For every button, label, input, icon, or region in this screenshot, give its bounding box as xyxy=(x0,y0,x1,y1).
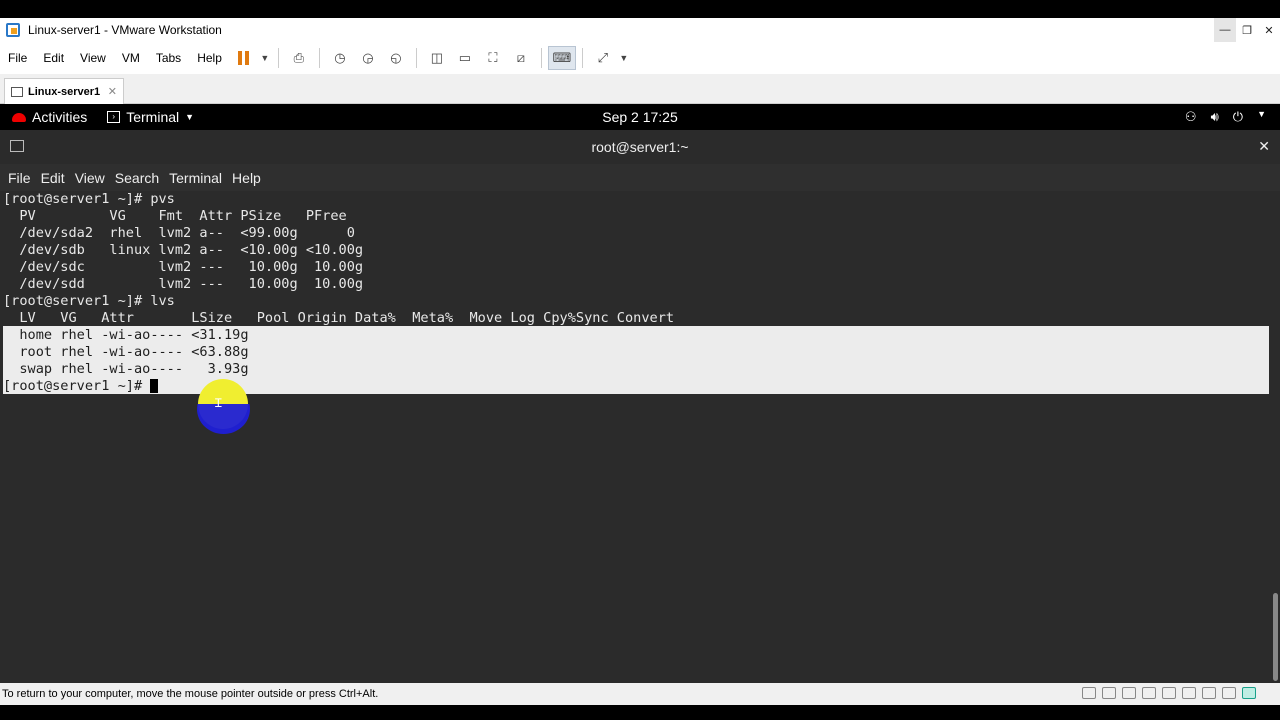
toolbar-separator xyxy=(540,48,542,68)
app-menu-label: Terminal xyxy=(126,109,180,125)
menu-vm[interactable]: VM xyxy=(114,51,148,65)
activities-label: Activities xyxy=(32,109,88,125)
terminal-line: PV VG Fmt Attr PSize PFree xyxy=(3,208,347,224)
terminal-line: /dev/sdc lvm2 --- 10.00g 10.00g xyxy=(3,259,364,275)
hard-disk-icon[interactable] xyxy=(1082,687,1096,699)
show-thumbnail-icon[interactable]: ▭ xyxy=(451,46,479,70)
snapshot-icon[interactable]: ◷ xyxy=(326,46,354,70)
stretch-guest-icon[interactable]: ⤢ xyxy=(589,46,617,70)
terminal-app-icon: › xyxy=(107,111,121,123)
window-controls: — ❐ ✕ xyxy=(1214,18,1280,42)
terminal-menu-terminal[interactable]: Terminal xyxy=(161,170,222,186)
status-message: To return to your computer, move the mou… xyxy=(2,688,379,700)
terminal-title: root@server1:~ xyxy=(591,139,689,155)
ibeam-cursor-icon: Ɪ xyxy=(215,396,222,410)
unity-icon[interactable]: ⧄ xyxy=(507,46,535,70)
terminal-menu-view[interactable]: View xyxy=(67,170,105,186)
show-library-icon[interactable]: ◫ xyxy=(423,46,451,70)
text-cursor xyxy=(150,379,159,393)
vmware-logo-icon xyxy=(6,23,20,37)
cd-rom-icon[interactable] xyxy=(1162,687,1176,699)
send-ctrl-alt-del-icon[interactable]: ⎙ xyxy=(285,46,313,70)
power-icon: ⏻ xyxy=(1232,109,1244,124)
selected-terminal-line: root rhel -wi-ao---- <63.88g xyxy=(3,344,249,360)
terminal-menu-edit[interactable]: Edit xyxy=(33,170,65,186)
vmware-title-bar: Linux-server1 - VMware Workstation — ❐ ✕ xyxy=(0,18,1280,42)
terminal-output[interactable]: [root@server1 ~]# pvs PV VG Fmt Attr PSi… xyxy=(0,191,1280,683)
terminal-line: [root@server1 ~]# pvs xyxy=(3,191,175,207)
terminal-menubar: File Edit View Search Terminal Help xyxy=(0,164,1280,191)
gnome-top-bar: Activities › Terminal ▼ Sep 2 17:25 ⚇ 🔊︎… xyxy=(0,104,1280,130)
sound-card-icon[interactable] xyxy=(1222,687,1236,699)
full-screen-icon[interactable]: ⛶ xyxy=(479,46,507,70)
hard-disk-icon[interactable] xyxy=(1122,687,1136,699)
vm-icon xyxy=(11,86,23,97)
tab-label: Linux-server1 xyxy=(28,85,101,98)
message-log-icon[interactable] xyxy=(1242,687,1256,699)
toolbar-separator xyxy=(318,48,320,68)
tab-linux-server1[interactable]: Linux-server1 ✕ xyxy=(4,78,124,104)
stretch-dropdown-icon[interactable]: ▼ xyxy=(617,46,631,70)
revert-snapshot-icon[interactable]: ◶ xyxy=(354,46,382,70)
menu-edit[interactable]: Edit xyxy=(35,51,72,65)
close-button[interactable]: ✕ xyxy=(1258,18,1280,42)
selected-terminal-line: home rhel -wi-ao---- <31.19g xyxy=(3,327,249,343)
selected-terminal-line: swap rhel -wi-ao---- 3.93g xyxy=(3,361,249,377)
hard-disk-icon[interactable] xyxy=(1102,687,1116,699)
terminal-line: [root@server1 ~]# lvs xyxy=(3,293,175,309)
minimize-button[interactable]: — xyxy=(1214,18,1236,42)
prompt-line: [root@server1 ~]# xyxy=(3,378,159,395)
terminal-line: LV VG Attr LSize Pool Origin Data% Meta%… xyxy=(3,310,675,326)
vmware-menubar: File Edit View VM Tabs Help ▼ ⎙ ◷ ◶ ◵ ◫ … xyxy=(0,42,1280,74)
prompt-text: [root@server1 ~]# xyxy=(3,378,151,394)
network-adapter-icon[interactable] xyxy=(1182,687,1196,699)
terminal-menu-help[interactable]: Help xyxy=(224,170,261,186)
terminal-app-menu[interactable]: › Terminal ▼ xyxy=(107,109,194,125)
menu-file[interactable]: File xyxy=(0,51,35,65)
toolbar-separator xyxy=(277,48,279,68)
terminal-header-bar: root@server1:~ ✕ xyxy=(0,130,1280,164)
usb-icon[interactable] xyxy=(1202,687,1216,699)
tab-close-icon[interactable]: ✕ xyxy=(108,85,117,98)
system-menu-caret-icon: ▼ xyxy=(1257,109,1266,119)
terminal-line: /dev/sdd lvm2 --- 10.00g 10.00g xyxy=(3,276,364,292)
app-menu-caret-icon: ▼ xyxy=(185,112,195,122)
terminal-line: /dev/sdb linux lvm2 a-- <10.00g <10.00g xyxy=(3,242,364,258)
redhat-logo-icon xyxy=(12,112,26,122)
device-status-icons xyxy=(1082,687,1256,699)
terminal-line: /dev/sda2 rhel lvm2 a-- <99.00g 0 xyxy=(3,225,355,241)
menu-view[interactable]: View xyxy=(72,51,114,65)
menu-help[interactable]: Help xyxy=(189,51,230,65)
terminal-close-icon[interactable]: ✕ xyxy=(1258,138,1270,155)
window-title: Linux-server1 - VMware Workstation xyxy=(28,23,222,37)
snapshot-manager-icon[interactable]: ◵ xyxy=(382,46,410,70)
vm-tab-strip: Linux-server1 ✕ xyxy=(0,74,1280,104)
menu-tabs[interactable]: Tabs xyxy=(148,51,189,65)
console-view-icon[interactable]: ⌨ xyxy=(547,46,576,70)
terminal-scrollbar[interactable] xyxy=(1273,593,1278,681)
network-icon: ⚇ xyxy=(1184,109,1197,124)
volume-icon: 🔊︎ xyxy=(1210,109,1219,124)
restore-button[interactable]: ❐ xyxy=(1236,18,1258,42)
pause-vm-icon[interactable] xyxy=(230,46,258,70)
vmware-status-bar: To return to your computer, move the mou… xyxy=(0,683,1280,705)
toolbar-separator xyxy=(581,48,583,68)
activities-button[interactable]: Activities xyxy=(12,109,87,125)
pause-dropdown-icon[interactable]: ▼ xyxy=(258,46,272,70)
top-black-bar xyxy=(0,0,1280,18)
bottom-black-bar xyxy=(0,705,1280,720)
toolbar-separator xyxy=(415,48,417,68)
terminal-menu-file[interactable]: File xyxy=(0,170,31,186)
hard-disk-icon[interactable] xyxy=(1142,687,1156,699)
terminal-menu-search[interactable]: Search xyxy=(107,170,159,186)
system-tray[interactable]: ⚇ 🔊︎ ⏻ ▼ xyxy=(1185,109,1266,125)
